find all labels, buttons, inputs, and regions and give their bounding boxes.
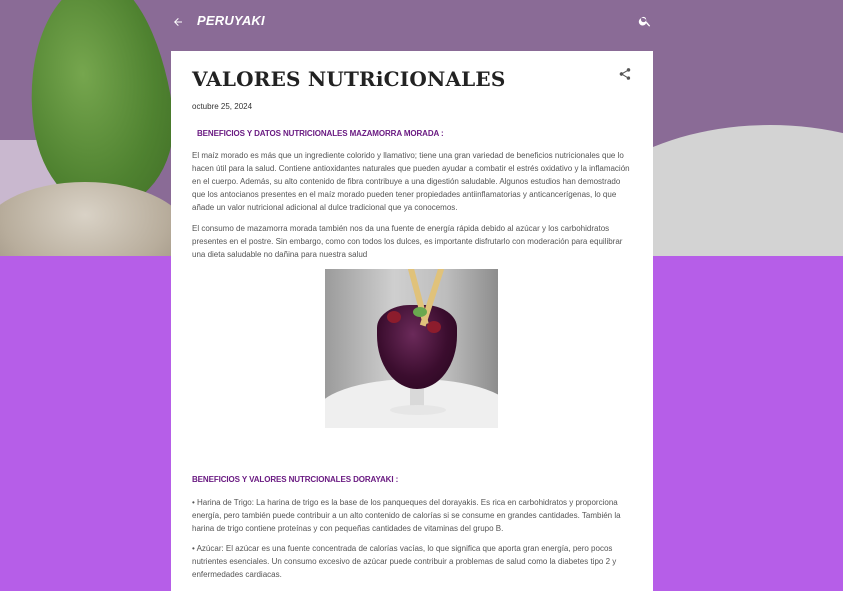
site-brand-link[interactable]: PERUYAKI: [197, 13, 265, 28]
post-card: VALORES NUTRiCIONALES octubre 25, 2024 B…: [171, 51, 653, 591]
photo-cherry: [427, 321, 441, 333]
post-date: octubre 25, 2024: [192, 102, 253, 111]
paragraph-consumo-mazamorra: El consumo de mazamorra morada también n…: [192, 224, 623, 259]
share-icon[interactable]: [618, 67, 632, 81]
section-heading-mazamorra: BENEFICIOS Y DATOS NUTRICIONALES MAZAMOR…: [197, 129, 444, 138]
paragraph-harina-de-trigo: • Harina de Trigo: La harina de trigo es…: [192, 498, 621, 533]
hero-pot: [0, 182, 190, 256]
photo-glass-foot: [390, 405, 446, 415]
search-icon[interactable]: [638, 14, 654, 30]
photo-cherry: [387, 311, 401, 323]
photo-glass-stem: [410, 387, 424, 407]
mazamorra-morada-photo: [325, 269, 498, 428]
top-bar: PERUYAKI: [170, 0, 654, 44]
section-heading-dorayaki: BENEFICIOS Y VALORES NUTRCIONALES DORAYA…: [192, 475, 399, 484]
post-title: VALORES NUTRiCIONALES: [192, 67, 506, 91]
paragraph-azucar: • Azúcar: El azúcar es una fuente concen…: [192, 544, 617, 579]
paragraph-maiz-morado: El maíz morado es más que un ingrediente…: [192, 151, 630, 212]
photo-mint-leaf: [413, 307, 427, 317]
arrow-left-icon[interactable]: [170, 12, 186, 32]
